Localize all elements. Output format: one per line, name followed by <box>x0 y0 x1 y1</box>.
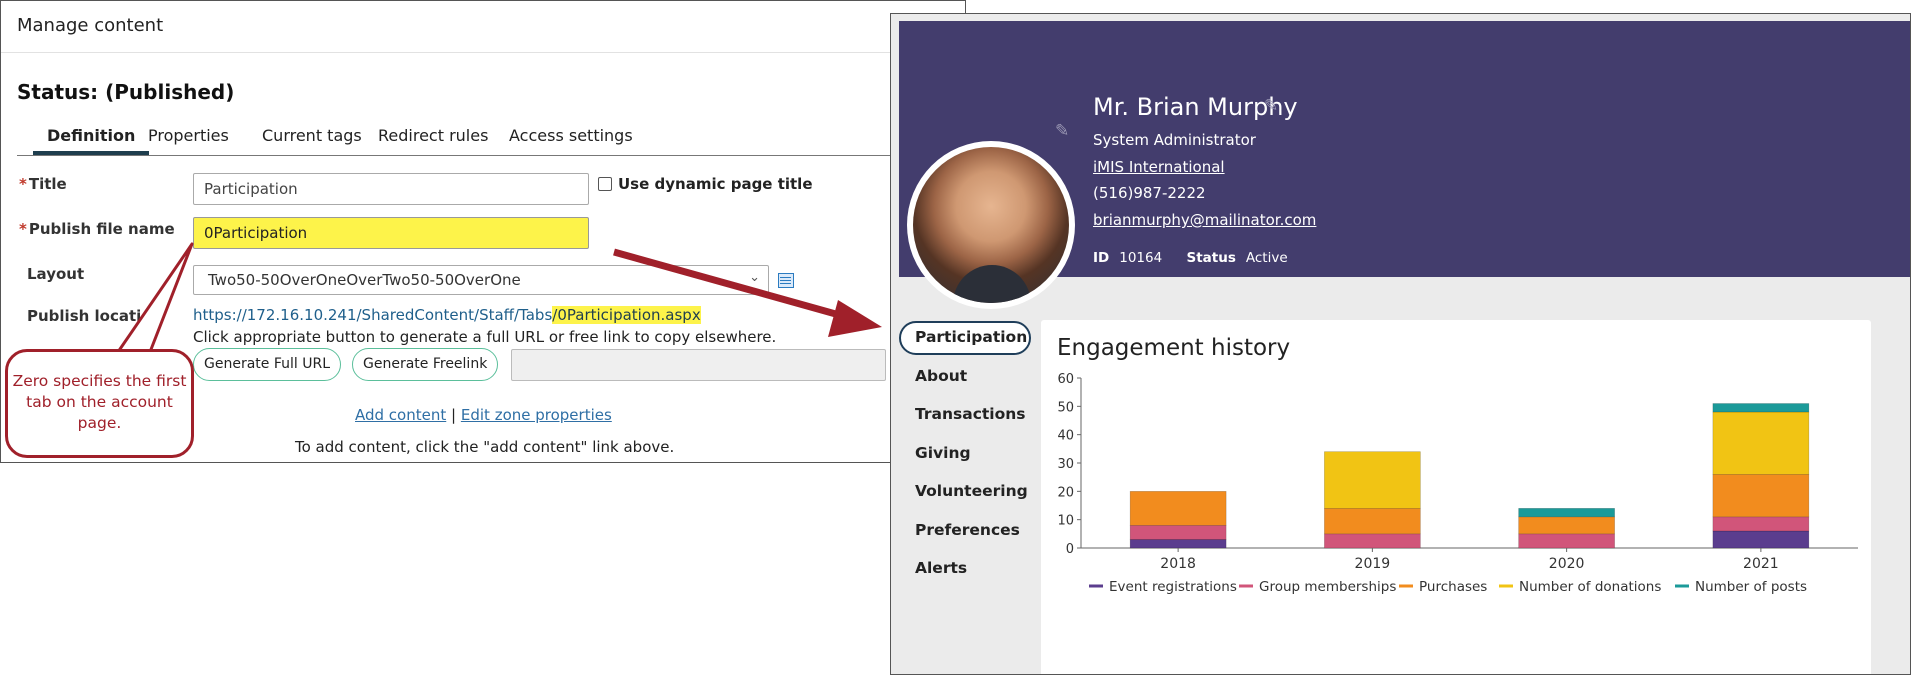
add-content-link[interactable]: Add content <box>355 406 446 424</box>
nav-giving[interactable]: Giving <box>899 437 1031 471</box>
tab-redirect-rules[interactable]: Redirect rules <box>364 126 502 155</box>
dynamic-title-label: Use dynamic page title <box>618 175 813 193</box>
x-tick-label: 2018 <box>1160 556 1196 572</box>
legend-label: Purchases <box>1419 579 1487 595</box>
edit-name-pencil-icon[interactable]: ✎ <box>1264 96 1278 116</box>
legend-label: Number of donations <box>1519 579 1661 595</box>
x-tick-label: 2021 <box>1743 556 1779 572</box>
nav-about[interactable]: About <box>899 360 1031 394</box>
bar-segment <box>1129 539 1227 549</box>
panel-title: Manage content <box>17 15 164 36</box>
url-prefix: https://172.16.10.241/SharedContent/Staf… <box>193 306 553 324</box>
y-tick-label: 60 <box>1057 372 1074 387</box>
dynamic-title-option[interactable]: Use dynamic page title <box>598 175 813 193</box>
tab-bar: Definition Properties Current tags Redir… <box>17 126 965 156</box>
layout-value: Two50-50OverOneOverTwo50-50OverOne <box>208 271 521 289</box>
bar-segment <box>1712 516 1810 532</box>
profile-photo <box>913 147 1069 303</box>
legend-label: Number of posts <box>1695 579 1807 595</box>
tab-current-tags[interactable]: Current tags <box>248 126 376 155</box>
profile-meta: ID 10164 Status Active <box>1093 250 1288 266</box>
x-tick-label: 2019 <box>1355 556 1391 572</box>
title-label: * Title <box>19 175 67 193</box>
nav-participation[interactable]: Participation <box>899 321 1031 355</box>
avatar <box>907 141 1075 309</box>
bar-segment <box>1129 491 1227 526</box>
legend-label: Event registrations <box>1109 579 1237 595</box>
y-tick-label: 10 <box>1057 514 1074 529</box>
bar-segment <box>1324 533 1421 549</box>
y-tick-label: 20 <box>1057 485 1074 500</box>
tab-definition[interactable]: Definition <box>33 126 150 155</box>
tab-access-settings[interactable]: Access settings <box>495 126 647 155</box>
nav-preferences[interactable]: Preferences <box>899 514 1031 548</box>
bar-segment <box>1324 508 1421 535</box>
dynamic-title-checkbox[interactable] <box>598 177 612 191</box>
bar-segment <box>1712 530 1810 549</box>
layout-preview-icon[interactable] <box>778 273 794 288</box>
nav-alerts[interactable]: Alerts <box>899 552 1031 586</box>
bar-segment <box>1518 533 1615 549</box>
y-tick-label: 50 <box>1057 400 1074 415</box>
link-separator: | <box>451 406 457 424</box>
divider <box>1 52 965 53</box>
bar-segment <box>1518 508 1615 518</box>
y-tick-label: 40 <box>1057 429 1074 444</box>
add-content-hint: To add content, click the "add content" … <box>295 438 675 456</box>
profile-email-link[interactable]: brianmurphy@mailinator.com <box>1093 211 1316 229</box>
publish-location-label: Publish location <box>27 307 163 325</box>
required-mark: * <box>19 220 27 238</box>
tab-properties[interactable]: Properties <box>134 126 243 155</box>
generate-freelink-button[interactable]: Generate Freelink <box>352 348 499 381</box>
required-mark: * <box>19 175 27 193</box>
help-text: Click appropriate button to generate a f… <box>193 328 777 346</box>
generate-full-url-button[interactable]: Generate Full URL <box>193 348 341 381</box>
nav-volunteering[interactable]: Volunteering <box>899 475 1031 509</box>
generated-link-field[interactable] <box>511 349 886 381</box>
bar-segment <box>1129 525 1227 540</box>
engagement-chart: 0 10 20 30 40 50 60 2018 2019 2020 2021 Event regis… <box>1057 372 1858 595</box>
layout-label: Layout <box>27 265 85 283</box>
nav-transactions[interactable]: Transactions <box>899 398 1031 432</box>
y-tick-label: 30 <box>1057 457 1074 472</box>
status-heading: Status: (Published) <box>17 80 235 104</box>
y-tick-label: 0 <box>1066 542 1074 557</box>
title-input[interactable]: Participation <box>193 173 589 205</box>
publish-file-input[interactable]: 0Participation <box>193 217 589 249</box>
url-file: /0Participation.aspx <box>552 306 701 324</box>
profile-company-link[interactable]: iMIS International <box>1093 158 1225 176</box>
bar-segment <box>1712 474 1810 518</box>
x-tick-label: 2020 <box>1549 556 1585 572</box>
publish-url[interactable]: https://172.16.10.241/SharedContent/Staf… <box>193 306 701 324</box>
layout-select[interactable]: Two50-50OverOneOverTwo50-50OverOne ⌄ <box>193 265 769 295</box>
edit-zone-properties-link[interactable]: Edit zone properties <box>461 406 612 424</box>
bar-segment <box>1712 411 1810 475</box>
bar-segment <box>1324 451 1421 509</box>
profile-role: System Administrator <box>1093 131 1256 149</box>
chevron-down-icon: ⌄ <box>749 270 760 285</box>
edit-photo-pencil-icon[interactable]: ✎ <box>1055 121 1069 141</box>
status-label: Status <box>1186 250 1236 266</box>
legend-label: Group memberships <box>1259 579 1396 595</box>
bar-segment <box>1518 516 1615 535</box>
bar-segment <box>1712 403 1810 413</box>
id-label: ID <box>1093 250 1110 266</box>
profile-phone: (516)987-2222 <box>1093 184 1206 202</box>
callout-bubble: Zero specifies the first tab on the acco… <box>5 349 194 458</box>
account-page-panel: ✎ Mr. Brian Murphy ✎ System Administrato… <box>890 13 1911 675</box>
engagement-history-card: Engagement history 0 10 20 30 40 50 60 2018 2019… <box>1041 320 1871 674</box>
publish-file-label: * Publish file name <box>19 220 175 238</box>
id-value: 10164 <box>1119 250 1163 266</box>
status-value: Active <box>1245 250 1288 266</box>
content-links: Add content | Edit zone properties <box>355 406 612 424</box>
